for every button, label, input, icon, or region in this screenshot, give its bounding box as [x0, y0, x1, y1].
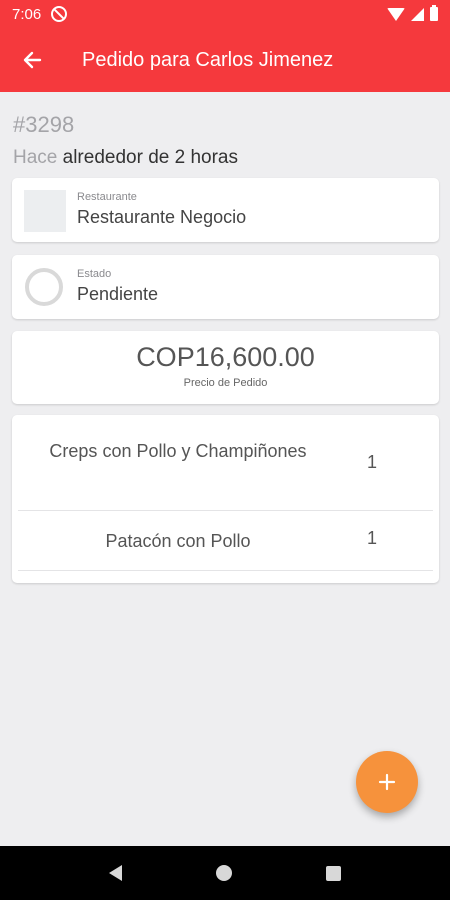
system-navigation-bar: [0, 846, 450, 900]
order-number: #3298: [13, 112, 75, 137]
do-not-disturb-icon: [51, 6, 68, 22]
price-card: COP16,600.00 Precio de Pedido: [12, 331, 439, 404]
back-arrow-icon[interactable]: [20, 48, 44, 72]
status-time: 7:06: [12, 5, 42, 23]
nav-back-icon[interactable]: [109, 865, 122, 881]
restaurant-name: Restaurante Negocio: [77, 207, 247, 227]
signal-icon: [411, 7, 424, 21]
status-icons: [387, 5, 438, 21]
price-amount: COP16,600.00: [136, 342, 315, 372]
battery-icon: [430, 5, 438, 21]
list-item[interactable]: Patacón con Pollo 1: [18, 511, 433, 571]
order-time: Hace alrededor de 2 horas: [13, 147, 238, 169]
state-card[interactable]: Estado Pendiente: [12, 255, 439, 319]
wifi-icon: [387, 7, 405, 21]
status-bar: 7:06: [0, 0, 450, 28]
add-button[interactable]: [356, 751, 418, 813]
state-value: Pendiente: [77, 284, 159, 304]
app-bar: Pedido para Carlos Jimenez: [0, 28, 450, 92]
nav-recents-icon[interactable]: [326, 865, 341, 881]
state-label: Estado: [77, 268, 112, 280]
item-quantity: 1: [366, 528, 377, 548]
plus-icon: [377, 772, 397, 792]
restaurant-thumbnail: [24, 190, 66, 232]
item-name: Creps con Pollo y Champiñones: [49, 441, 307, 461]
restaurant-card[interactable]: Restaurante Restaurante Negocio: [12, 178, 439, 242]
list-item[interactable]: Creps con Pollo y Champiñones 1: [18, 427, 433, 511]
nav-home-icon[interactable]: [216, 865, 232, 881]
items-card: Creps con Pollo y Champiñones 1 Patacón …: [12, 415, 439, 583]
restaurant-label: Restaurante: [77, 191, 137, 203]
order-time-text: alrededor de 2 horas: [62, 147, 238, 168]
order-time-prefix: Hace: [13, 147, 58, 168]
price-label: Precio de Pedido: [183, 377, 268, 389]
item-quantity: 1: [366, 452, 377, 472]
item-name: Patacón con Pollo: [105, 531, 251, 551]
page-title: Pedido para Carlos Jimenez: [82, 48, 334, 71]
status-circle-icon: [25, 268, 63, 306]
